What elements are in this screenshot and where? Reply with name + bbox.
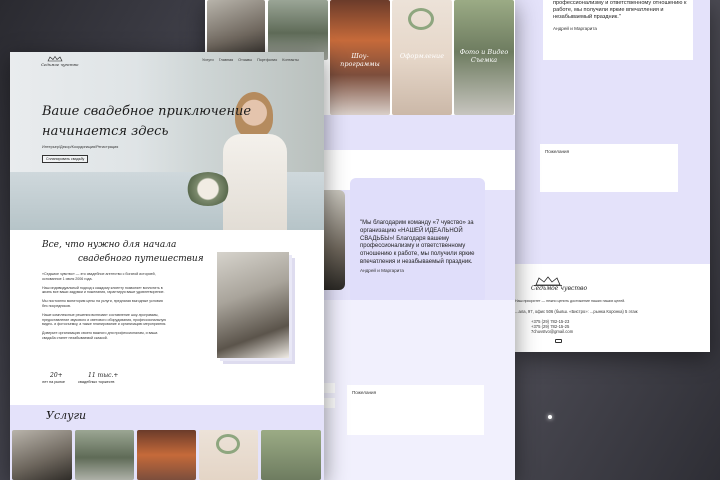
mid-photo-couple [323,190,345,290]
testimonial-author: Андрей и Маргарита [360,268,404,273]
services-section: Услуги [10,405,324,480]
testimonial-text: "Мы благодарим команду «7 чувство» за ор… [360,220,475,265]
name-field[interactable] [323,383,335,393]
back-footer-tagline: Наш приоритет — нежно ценить достижение … [515,299,626,303]
service-photo-3[interactable] [137,430,196,480]
about-title-line-1: Все, что нужно для начала [42,240,177,250]
nav-reviews[interactable]: Отзывы [238,58,252,62]
wreath-icon [216,434,240,454]
gallery-photo-couple[interactable] [207,0,265,60]
service-photo-5[interactable] [261,430,321,480]
back-testimonial-text: профессионализму и ответственному отноше… [553,0,687,21]
about-photo-stack [217,252,295,364]
gallery-label-show: Шоу-программы [340,52,380,68]
back-footer-address: ...ала, 97, офис 506 (бывш. «Бистро»: ..… [515,309,638,314]
top-nav: Услуги Главная Отзывы Портфолио Контакты [202,58,299,62]
services-title: Услуги [46,409,87,422]
stat-weddings-value: 11 тыс.+ [88,372,119,379]
back-testimonial-card: профессионализму и ответственному отноше… [543,0,693,60]
wishes-field[interactable]: Пожелания [347,385,484,435]
front-page: Седьмое чувство Услуги Главная Отзывы По… [10,52,324,480]
about-photo-couple [217,252,289,358]
hero-section: Седьмое чувство Услуги Главная Отзывы По… [10,52,324,230]
back-footer-email[interactable]: 7chuvstvo@gmail.com [531,329,573,335]
hero-title-line-2: начинается здесь [42,124,169,139]
about-paragraph-2: Наш индивидуальный подход к каждому клие… [42,285,165,295]
nav-home[interactable]: Главная [219,58,233,62]
nav-contacts[interactable]: Контакты [282,58,298,62]
back-footer-logo: Седьмое чувство [531,285,588,292]
back-page: профессионализму и ответственному отноше… [515,0,710,352]
wishes-placeholder: Пожелания [352,390,377,395]
hero-subtitle: Интерьер/Декор/Координация/Регистрация [42,145,119,149]
gallery-label-decor: Оформление [399,52,445,60]
stat-years-label: лет на рынке [42,380,66,384]
back-testimonial-author: Андрей и Маргарита [553,26,597,31]
service-photo-4[interactable] [199,430,258,480]
gallery-photo-outdoor[interactable] [268,0,328,60]
about-paragraph-3: Мы постоянно мониторим цены на услуги, п… [42,299,163,308]
service-photo-2[interactable] [75,430,134,480]
social-icon[interactable] [555,339,562,343]
bouquet-icon [185,172,231,206]
about-paragraph-5: Доверьте организацию своего важного дня … [42,331,158,340]
service-photo-1[interactable] [12,430,72,480]
about-paragraph-1: «Седьмое чувство» — это свадебное агентс… [42,272,156,281]
wreath-icon [408,8,434,30]
phone-field[interactable] [323,398,335,408]
testimonial-card: "Мы благодарим команду «7 чувство» за ор… [350,178,485,303]
about-title-line-2: свадебного путешествия [78,254,204,264]
about-paragraph-4: Наше комплексные решения включают состав… [42,312,167,327]
back-wishes-field[interactable]: Пожелания [540,144,678,192]
plan-wedding-button[interactable]: Спланировать свадьбу [42,155,89,163]
back-wishes-placeholder: Пожелания [545,149,570,154]
stat-weddings-label: свадебных торжеств [78,380,115,384]
stat-years-value: 20+ [50,372,63,379]
gallery-strip: Шоу-программы Оформление Фото и Видео Съ… [205,0,515,115]
gallery-label-photo-video: Фото и Видео Съемка [459,48,509,64]
sparkle-icon [548,415,552,419]
hero-title-line-1: Ваше свадебное приключение [42,104,252,119]
nav-portfolio[interactable]: Портфолио [257,58,277,62]
logo-text[interactable]: Седьмое чувство [41,62,78,67]
about-section: Все, что нужно для начала свадебного пут… [10,230,324,405]
back-footer: Седьмое чувство Наш приоритет — нежно це… [515,264,710,352]
nav-services[interactable]: Услуги [202,58,214,62]
